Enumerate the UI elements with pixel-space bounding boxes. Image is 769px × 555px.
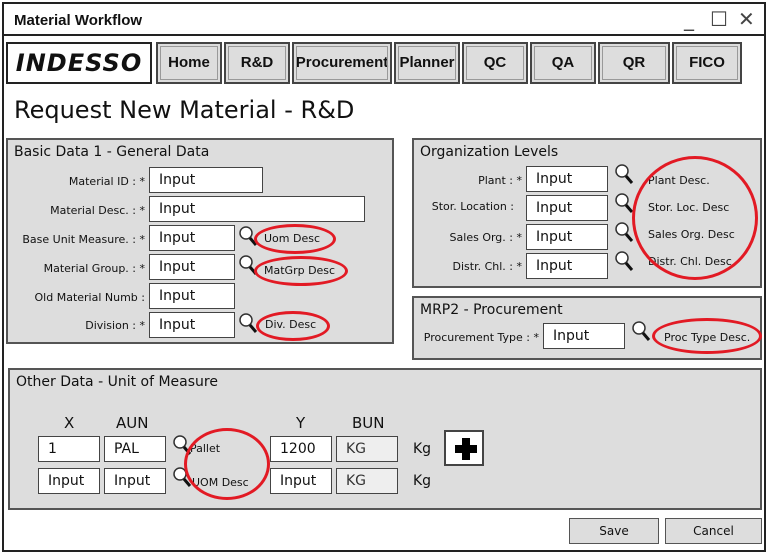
stor-location-label: Stor. Location : [431, 200, 514, 213]
uom-bun-field: KG [336, 468, 398, 494]
add-row-button[interactable] [444, 430, 484, 466]
material-desc-input[interactable]: Input [149, 196, 365, 222]
magnifier-icon[interactable] [238, 254, 258, 276]
matgrp-desc-text: MatGrp Desc [264, 264, 336, 277]
procurement-type-input[interactable]: Input [543, 323, 625, 349]
title-bar: Material Workflow _ ☐ ✕ [4, 4, 764, 36]
nav-rnd-button[interactable]: R&D [224, 42, 290, 84]
magnifier-icon[interactable] [238, 312, 258, 334]
minimize-icon[interactable]: _ [684, 8, 694, 30]
magnifier-icon[interactable] [631, 320, 651, 342]
cancel-button[interactable]: Cancel [665, 518, 762, 544]
uom-y-input[interactable]: 1200 [270, 436, 332, 462]
material-group-label: Material Group. : * [43, 262, 145, 275]
magnifier-icon[interactable] [614, 221, 634, 243]
sales-org-input[interactable]: Input [526, 224, 608, 250]
nav-procurement-button[interactable]: Procurement [292, 42, 392, 84]
material-id-input[interactable]: Input [149, 167, 263, 193]
bun-column-header: BUN [352, 414, 385, 432]
organization-levels-title: Organization Levels [420, 144, 559, 160]
uom-y-input[interactable]: Input [270, 468, 332, 494]
distr-chl-label: Distr. Chl. : * [452, 260, 522, 273]
procurement-type-label: Procurement Type : * [423, 331, 539, 344]
uom-x-input[interactable]: 1 [38, 436, 100, 462]
sales-org-desc-text: Sales Org. Desc [648, 228, 735, 241]
distr-chl-input[interactable]: Input [526, 253, 608, 279]
unit-text: Kg [413, 441, 432, 457]
material-id-label: Material ID : * [68, 175, 145, 188]
page-title: Request New Material - R&D [14, 96, 355, 124]
division-input[interactable]: Input [149, 312, 235, 338]
mrp2-title: MRP2 - Procurement [420, 302, 563, 318]
distr-chl-desc-text: Distr. Chl. Desc [648, 255, 732, 268]
magnifier-icon[interactable] [172, 434, 192, 456]
uom-desc-text: Uom Desc [264, 232, 321, 245]
uom-aun-input[interactable]: PAL [104, 436, 166, 462]
maximize-icon[interactable]: ☐ [710, 8, 728, 30]
magnifier-icon[interactable] [172, 466, 192, 488]
old-material-label: Old Material Numb : [34, 291, 145, 304]
magnifier-icon[interactable] [614, 163, 634, 185]
x-column-header: X [64, 414, 75, 432]
aun-desc-text: UOM Desc [192, 476, 249, 489]
stor-loc-desc-text: Stor. Loc. Desc [648, 201, 730, 214]
nav-qr-button[interactable]: QR [598, 42, 670, 84]
magnifier-icon[interactable] [238, 225, 258, 247]
proc-type-desc-text: Proc Type Desc. [664, 331, 751, 344]
unit-text: Kg [413, 473, 432, 489]
uom-aun-input[interactable]: Input [104, 468, 166, 494]
company-logo: INDESSO [6, 42, 152, 84]
old-material-input[interactable]: Input [149, 283, 235, 309]
sales-org-label: Sales Org. : * [449, 231, 522, 244]
nav-qc-button[interactable]: QC [462, 42, 528, 84]
plant-input[interactable]: Input [526, 166, 608, 192]
close-icon[interactable]: ✕ [738, 8, 755, 30]
save-button[interactable]: Save [569, 518, 659, 544]
aun-desc-text: Pallet [190, 442, 221, 455]
other-data-title: Other Data - Unit of Measure [16, 374, 218, 390]
div-desc-text: Div. Desc [265, 318, 317, 331]
nav-qa-button[interactable]: QA [530, 42, 596, 84]
plant-desc-text: Plant Desc. [648, 174, 710, 187]
plant-label: Plant : * [478, 174, 522, 187]
uom-bun-field: KG [336, 436, 398, 462]
aun-column-header: AUN [116, 414, 149, 432]
stor-location-input[interactable]: Input [526, 195, 608, 221]
base-unit-label: Base Unit Measure. : * [22, 233, 145, 246]
nav-home-button[interactable]: Home [156, 42, 222, 84]
material-desc-label: Material Desc. : * [50, 204, 145, 217]
window-title: Material Workflow [14, 12, 143, 29]
uom-x-input[interactable]: Input [38, 468, 100, 494]
material-group-input[interactable]: Input [149, 254, 235, 280]
nav-planner-button[interactable]: Planner [394, 42, 460, 84]
division-label: Division : * [85, 319, 145, 332]
basic-data-title: Basic Data 1 - General Data [14, 144, 210, 160]
magnifier-icon[interactable] [614, 250, 634, 272]
nav-fico-button[interactable]: FICO [672, 42, 742, 84]
base-unit-input[interactable]: Input [149, 225, 235, 251]
y-column-header: Y [296, 414, 306, 432]
magnifier-icon[interactable] [614, 192, 634, 214]
